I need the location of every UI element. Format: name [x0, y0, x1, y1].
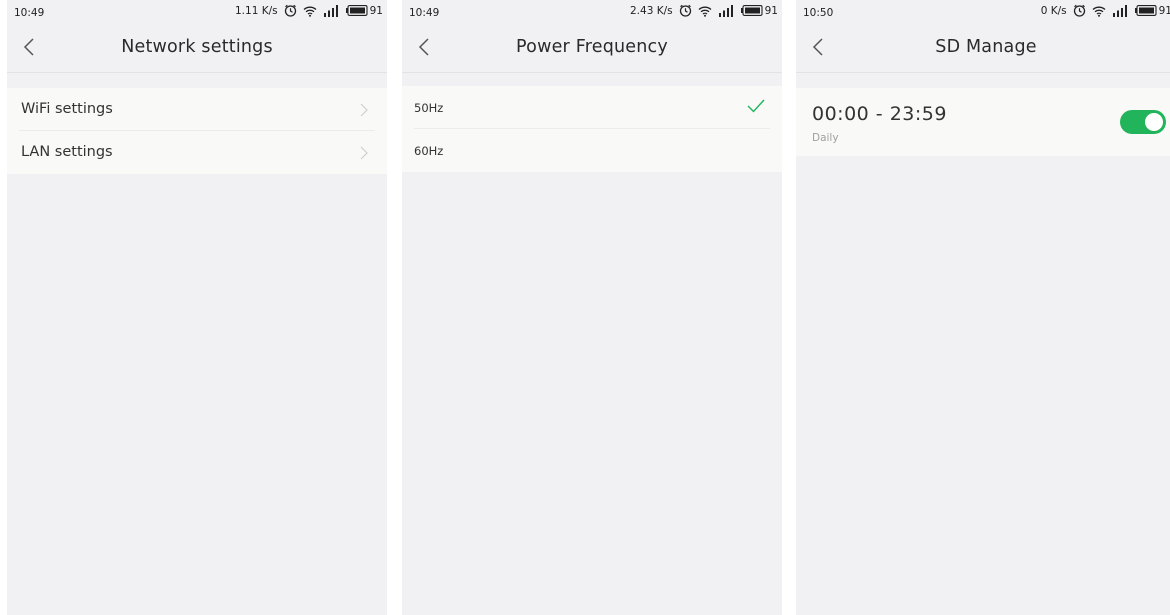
wifi-icon	[698, 6, 712, 17]
battery-level: 91	[369, 4, 383, 17]
page-title: Power Frequency	[516, 37, 668, 57]
option-50hz-label: 50Hz	[414, 101, 444, 115]
nav-header: SD Manage	[796, 22, 1170, 72]
page-title: SD Manage	[935, 37, 1037, 57]
status-time: 10:50	[803, 7, 834, 19]
lan-settings-label: LAN settings	[21, 144, 113, 160]
status-time: 10:49	[409, 7, 440, 19]
nav-header: Network settings	[7, 22, 387, 72]
checkmark-icon	[747, 99, 765, 113]
status-bar: 10:50 0 K/s 91	[796, 0, 1170, 22]
settings-list: WiFi settings LAN settings	[7, 88, 387, 174]
signal-icon	[718, 4, 733, 17]
option-60hz[interactable]: 60Hz	[402, 129, 782, 172]
battery-level: 91	[1158, 4, 1170, 17]
battery-icon	[345, 5, 368, 16]
nav-header: Power Frequency	[402, 22, 782, 72]
wifi-icon	[303, 6, 317, 17]
network-speed: 2.43 K/s	[630, 4, 673, 17]
schedule-time-range: 00:00 - 23:59	[812, 103, 947, 125]
wifi-settings-label: WiFi settings	[21, 101, 113, 117]
alarm-icon	[284, 4, 296, 17]
status-bar: 10:49 1.11 K/s 91	[7, 0, 387, 22]
signal-icon	[323, 4, 338, 17]
chevron-right-icon	[360, 146, 368, 160]
battery-icon	[1134, 5, 1157, 16]
status-time: 10:49	[14, 7, 45, 19]
option-50hz[interactable]: 50Hz	[402, 86, 782, 129]
toggle-knob	[1145, 113, 1163, 131]
header-divider	[402, 72, 782, 73]
signal-icon	[1112, 4, 1127, 17]
status-bar: 10:49 2.43 K/s 91	[402, 0, 782, 22]
option-60hz-label: 60Hz	[414, 144, 444, 158]
schedule-item[interactable]: 00:00 - 23:59 Daily	[796, 88, 1170, 156]
wifi-icon	[1092, 6, 1106, 17]
schedule-repeat: Daily	[812, 132, 839, 144]
alarm-icon	[1073, 4, 1085, 17]
alarm-icon	[679, 4, 691, 17]
sd-manage-screen: 10:50 0 K/s 91 SD Manage 00:00 - 23:59 D…	[796, 0, 1170, 615]
frequency-options-list: 50Hz 60Hz	[402, 86, 782, 172]
power-frequency-screen: 10:49 2.43 K/s 91 Power Frequency 50Hz 6…	[402, 0, 782, 615]
battery-level: 91	[764, 4, 778, 17]
battery-icon	[740, 5, 763, 16]
header-divider	[7, 72, 387, 73]
network-speed: 0 K/s	[1040, 4, 1067, 17]
wifi-settings-item[interactable]: WiFi settings	[7, 88, 387, 131]
chevron-right-icon	[360, 103, 368, 117]
lan-settings-item[interactable]: LAN settings	[7, 131, 387, 174]
network-speed: 1.11 K/s	[235, 4, 278, 17]
schedule-toggle[interactable]	[1120, 110, 1166, 134]
header-divider	[796, 72, 1170, 73]
network-settings-screen: 10:49 1.11 K/s 91 Network settings WiFi …	[7, 0, 387, 615]
page-title: Network settings	[121, 37, 273, 57]
